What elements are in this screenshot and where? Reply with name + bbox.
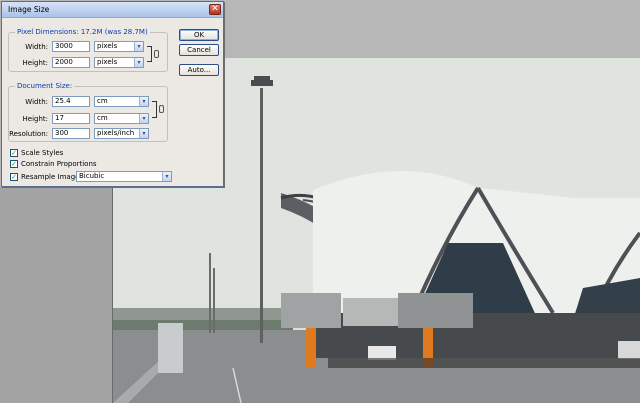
pixel-height-label: Height:	[22, 59, 49, 67]
document-size-legend: Document Size:	[15, 82, 75, 90]
chevron-down-icon: ▾	[162, 172, 171, 181]
pixel-width-unit-select[interactable]: pixels ▾	[94, 41, 144, 52]
doc-height-unit-select[interactable]: cm ▾	[94, 113, 149, 124]
resolution-label: Resolution:	[9, 130, 48, 138]
ok-button[interactable]: OK	[179, 29, 219, 41]
chevron-down-icon: ▾	[139, 129, 148, 138]
chain-link-icon	[154, 50, 159, 58]
doc-width-input[interactable]: 25.4	[52, 96, 90, 107]
chevron-down-icon: ▾	[134, 58, 143, 67]
workspace-lower-panel	[0, 187, 113, 403]
resolution-unit-select[interactable]: pixels/inch ▾	[94, 128, 149, 139]
pixel-height-input[interactable]: 2000	[52, 57, 90, 68]
doc-width-label: Width:	[25, 98, 48, 106]
chevron-down-icon: ▾	[134, 42, 143, 51]
dialog-titlebar[interactable]: Image Size ✕	[2, 2, 223, 18]
resample-image-label: Resample Image:	[21, 173, 82, 181]
pixel-link-bracket	[147, 46, 152, 62]
cancel-button[interactable]: Cancel	[179, 44, 219, 56]
pixel-dimensions-legend: Pixel Dimensions: 17.2M (was 28.7M)	[15, 28, 150, 36]
scale-styles-label: Scale Styles	[21, 149, 64, 157]
resample-method-select[interactable]: Bicubic ▾	[76, 171, 172, 182]
pixel-width-input[interactable]: 3000	[52, 41, 90, 52]
doc-height-unit-value: cm	[97, 114, 108, 122]
auto-button[interactable]: Auto...	[179, 64, 219, 76]
document-link-bracket	[152, 101, 157, 118]
constrain-proportions-label: Constrain Proportions	[21, 160, 97, 168]
check-icon: ✓	[11, 160, 17, 168]
pixel-height-unit-select[interactable]: pixels ▾	[94, 57, 144, 68]
close-icon: ✕	[211, 4, 219, 14]
doc-width-unit-value: cm	[97, 97, 108, 105]
pixel-width-unit-value: pixels	[97, 42, 118, 50]
check-icon: ✓	[11, 173, 17, 181]
pixel-height-unit-value: pixels	[97, 58, 118, 66]
pixel-width-label: Width:	[25, 43, 48, 51]
resolution-unit-value: pixels/inch	[97, 129, 135, 137]
chevron-down-icon: ▾	[139, 114, 148, 123]
scale-styles-checkbox[interactable]: ✓	[10, 149, 18, 157]
doc-height-label: Height:	[22, 115, 49, 123]
doc-width-unit-select[interactable]: cm ▾	[94, 96, 149, 107]
chevron-down-icon: ▾	[139, 97, 148, 106]
dialog-title: Image Size	[8, 5, 50, 14]
resolution-input[interactable]: 300	[52, 128, 90, 139]
resample-method-value: Bicubic	[79, 172, 105, 180]
resample-image-checkbox[interactable]: ✓	[10, 173, 18, 181]
image-size-dialog: Image Size ✕ Pixel Dimensions: 17.2M (wa…	[1, 1, 224, 187]
check-icon: ✓	[11, 149, 17, 157]
chain-link-icon	[159, 105, 164, 113]
constrain-proportions-checkbox[interactable]: ✓	[10, 160, 18, 168]
close-button[interactable]: ✕	[209, 4, 221, 15]
doc-height-input[interactable]: 17	[52, 113, 90, 124]
